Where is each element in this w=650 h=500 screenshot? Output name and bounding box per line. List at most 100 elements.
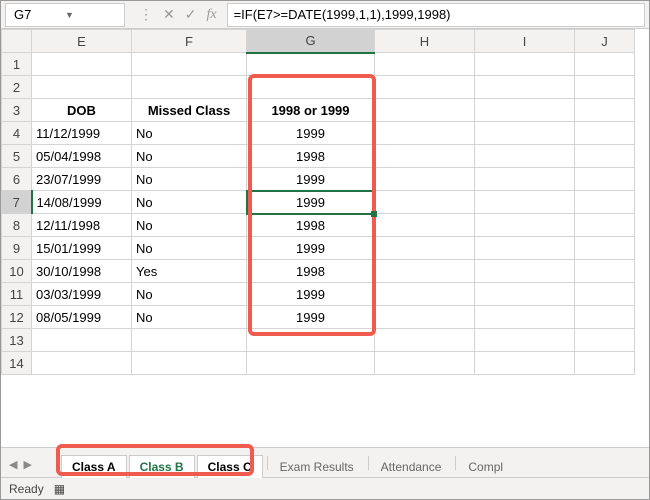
row-header-12[interactable]: 12 (2, 306, 32, 329)
cell-I2[interactable] (475, 76, 575, 99)
cell-J13[interactable] (575, 329, 635, 352)
cell-J2[interactable] (575, 76, 635, 99)
cell-E7[interactable]: 14/08/1999 (32, 191, 132, 214)
cell-I13[interactable] (475, 329, 575, 352)
cell-F6[interactable]: No (132, 168, 247, 191)
cell-I5[interactable] (475, 145, 575, 168)
row-header-14[interactable]: 14 (2, 352, 32, 375)
row-header-13[interactable]: 13 (2, 329, 32, 352)
row-header-1[interactable]: 1 (2, 53, 32, 76)
tab-class-a[interactable]: Class A (61, 455, 127, 478)
col-header-H[interactable]: H (375, 30, 475, 53)
row-header-5[interactable]: 5 (2, 145, 32, 168)
cell-J6[interactable] (575, 168, 635, 191)
row-header-7[interactable]: 7 (2, 191, 32, 214)
cell-H1[interactable] (375, 53, 475, 76)
cell-J12[interactable] (575, 306, 635, 329)
cell-G1[interactable] (247, 53, 375, 76)
cell-F11[interactable]: No (132, 283, 247, 306)
cell-G13[interactable] (247, 329, 375, 352)
cell-J5[interactable] (575, 145, 635, 168)
cell-H5[interactable] (375, 145, 475, 168)
row-header-2[interactable]: 2 (2, 76, 32, 99)
cell-J10[interactable] (575, 260, 635, 283)
col-header-E[interactable]: E (32, 30, 132, 53)
cell-E11[interactable]: 03/03/1999 (32, 283, 132, 306)
cell-H8[interactable] (375, 214, 475, 237)
cell-E2[interactable] (32, 76, 132, 99)
cell-F4[interactable]: No (132, 122, 247, 145)
cell-H9[interactable] (375, 237, 475, 260)
cell-E8[interactable]: 12/11/1998 (32, 214, 132, 237)
cell-E9[interactable]: 15/01/1999 (32, 237, 132, 260)
row-header-10[interactable]: 10 (2, 260, 32, 283)
cell-E14[interactable] (32, 352, 132, 375)
cell-H2[interactable] (375, 76, 475, 99)
cell-G8[interactable]: 1998 (247, 214, 375, 237)
cell-G2[interactable] (247, 76, 375, 99)
cell-J14[interactable] (575, 352, 635, 375)
cell-E3[interactable]: DOB (32, 99, 132, 122)
cell-F10[interactable]: Yes (132, 260, 247, 283)
row-header-8[interactable]: 8 (2, 214, 32, 237)
tab-nav-right-icon[interactable]: ▶ (23, 458, 31, 471)
record-macro-icon[interactable]: ▦ (54, 482, 65, 496)
cell-E1[interactable] (32, 53, 132, 76)
cell-F5[interactable]: No (132, 145, 247, 168)
cell-J1[interactable] (575, 53, 635, 76)
corner-cell[interactable] (2, 30, 32, 53)
enter-icon[interactable]: ✓ (185, 6, 197, 23)
cell-E4[interactable]: 11/12/1999 (32, 122, 132, 145)
col-header-J[interactable]: J (575, 30, 635, 53)
tab-class-b[interactable]: Class B (129, 455, 195, 478)
row-header-3[interactable]: 3 (2, 99, 32, 122)
cell-H10[interactable] (375, 260, 475, 283)
cell-I12[interactable] (475, 306, 575, 329)
chevron-down-icon[interactable]: ▼ (65, 10, 116, 20)
cell-H14[interactable] (375, 352, 475, 375)
cell-I6[interactable] (475, 168, 575, 191)
cell-F7[interactable]: No (132, 191, 247, 214)
cancel-icon[interactable]: ✕ (163, 6, 175, 23)
cell-I10[interactable] (475, 260, 575, 283)
formula-input[interactable]: =IF(E7>=DATE(1999,1,1),1999,1998) (227, 3, 645, 27)
cell-G7[interactable]: 1999 (247, 191, 375, 214)
cell-J9[interactable] (575, 237, 635, 260)
cell-G14[interactable] (247, 352, 375, 375)
cell-E10[interactable]: 30/10/1998 (32, 260, 132, 283)
cell-E5[interactable]: 05/04/1998 (32, 145, 132, 168)
tab-class-c[interactable]: Class C (197, 455, 263, 478)
cell-H12[interactable] (375, 306, 475, 329)
cell-H13[interactable] (375, 329, 475, 352)
cell-I14[interactable] (475, 352, 575, 375)
cell-F14[interactable] (132, 352, 247, 375)
cell-F2[interactable] (132, 76, 247, 99)
cell-J11[interactable] (575, 283, 635, 306)
cell-G6[interactable]: 1999 (247, 168, 375, 191)
cell-J4[interactable] (575, 122, 635, 145)
cell-J7[interactable] (575, 191, 635, 214)
row-header-9[interactable]: 9 (2, 237, 32, 260)
col-header-G[interactable]: G (247, 30, 375, 53)
cell-H11[interactable] (375, 283, 475, 306)
cell-F9[interactable]: No (132, 237, 247, 260)
cell-G12[interactable]: 1999 (247, 306, 375, 329)
cell-I4[interactable] (475, 122, 575, 145)
cell-I7[interactable] (475, 191, 575, 214)
cell-I3[interactable] (475, 99, 575, 122)
cell-G4[interactable]: 1999 (247, 122, 375, 145)
cell-J3[interactable] (575, 99, 635, 122)
cell-G9[interactable]: 1999 (247, 237, 375, 260)
cell-J8[interactable] (575, 214, 635, 237)
cell-F1[interactable] (132, 53, 247, 76)
cell-E13[interactable] (32, 329, 132, 352)
cell-G5[interactable]: 1998 (247, 145, 375, 168)
grid[interactable]: EFGHIJ123DOBMissed Class1998 or 1999411/… (1, 29, 649, 447)
cell-H6[interactable] (375, 168, 475, 191)
cell-H3[interactable] (375, 99, 475, 122)
cell-I8[interactable] (475, 214, 575, 237)
cell-E12[interactable]: 08/05/1999 (32, 306, 132, 329)
cell-H7[interactable] (375, 191, 475, 214)
cell-G10[interactable]: 1998 (247, 260, 375, 283)
cell-E6[interactable]: 23/07/1999 (32, 168, 132, 191)
